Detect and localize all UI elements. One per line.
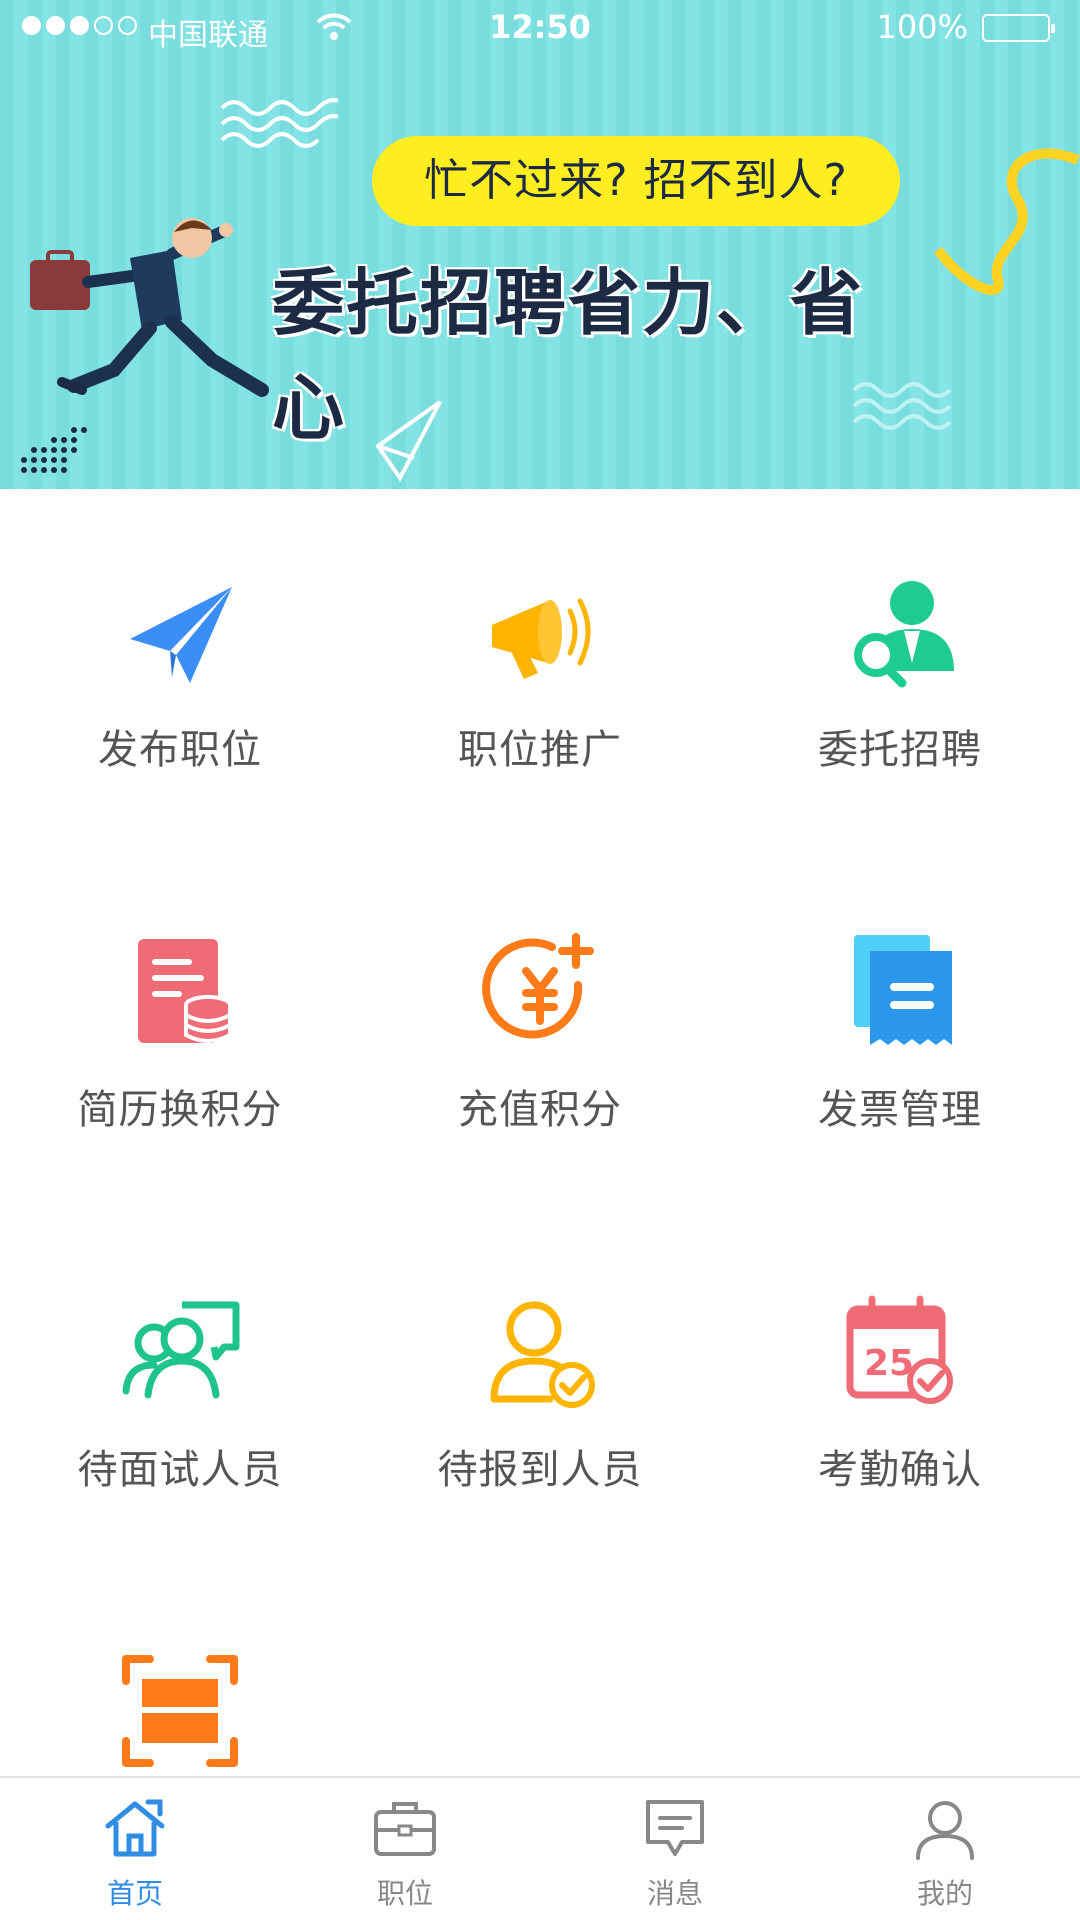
wave-decoration-icon [220, 98, 338, 148]
banner-question: 忙不过来? 招不到人? [372, 136, 900, 226]
menu-item-label: 考勤确认 [818, 1447, 982, 1493]
menu-item-pending-onboard[interactable]: 待报到人员 [360, 1209, 720, 1569]
banner-slogan: 委托招聘省力、省心 [272, 261, 865, 450]
invoice-icon [854, 935, 952, 1045]
menu-item-recharge-points[interactable]: 充值积分 [360, 849, 720, 1209]
svg-text:25: 25 [864, 1343, 914, 1384]
promo-banner[interactable]: 中国联通 12:50 100% 忙不过来? 招不到人? 委托招聘省力、省心 [0, 0, 1080, 489]
scan-icon [122, 1655, 238, 1767]
menu-item-label: 待面试人员 [77, 1447, 283, 1493]
menu-item-label: 发票管理 [818, 1087, 982, 1133]
dots-decoration-icon [21, 427, 87, 473]
user-check-icon [490, 1301, 595, 1408]
tab-label: 首页 [106, 1877, 163, 1910]
menu-item-attendance-confirm[interactable]: 25 考勤确认 [720, 1209, 1080, 1569]
menu-item-label: 职位推广 [458, 727, 622, 773]
interview-people-icon [122, 1301, 240, 1399]
menu-item-label: 委托招聘 [818, 727, 982, 773]
recruiter-search-icon [854, 581, 954, 688]
menu-item-resume-points[interactable]: 简历换积分 [0, 849, 360, 1209]
running-businessman-illustration [30, 218, 269, 397]
tab-label: 我的 [916, 1877, 973, 1910]
menu-item-job-promotion[interactable]: 职位推广 [360, 489, 720, 849]
menu-item-label: 充值积分 [458, 1087, 622, 1133]
yuan-coin-plus-icon [482, 933, 594, 1039]
menu-item-invoice-management[interactable]: 发票管理 [720, 849, 1080, 1209]
calendar-check-icon: 25 [846, 1295, 953, 1404]
home-icon [105, 1799, 165, 1857]
battery-icon [982, 14, 1055, 42]
message-icon [646, 1800, 704, 1856]
menu-item-label: 待报到人员 [437, 1447, 643, 1493]
menu-item-label: 简历换积分 [77, 1087, 283, 1133]
megaphone-icon [492, 598, 591, 679]
battery-percent: 100% [876, 8, 968, 46]
resume-coins-icon [138, 939, 232, 1043]
briefcase-icon [374, 1802, 436, 1856]
tab-label: 职位 [376, 1877, 433, 1910]
menu-item-pending-interview[interactable]: 待面试人员 [0, 1209, 360, 1569]
status-bar: 中国联通 12:50 100% [0, 0, 1080, 56]
paper-plane-icon [130, 587, 232, 683]
tab-label: 消息 [646, 1877, 703, 1910]
tab-jobs[interactable]: 职位 [270, 1778, 540, 1920]
tab-messages[interactable]: 消息 [540, 1778, 810, 1920]
person-icon [916, 1801, 974, 1860]
tab-mine[interactable]: 我的 [810, 1778, 1080, 1920]
menu-item-entrusted-recruitment[interactable]: 委托招聘 [720, 489, 1080, 849]
menu-item-scan[interactable] [0, 1569, 360, 1776]
bottom-tab-bar: 首页 职位 消息 我的 [0, 1776, 1080, 1920]
menu-item-label: 发布职位 [98, 727, 262, 773]
tab-home[interactable]: 首页 [0, 1778, 270, 1920]
ribbon-decoration-icon [934, 148, 1080, 295]
menu-item-post-job[interactable]: 发布职位 [0, 489, 360, 849]
